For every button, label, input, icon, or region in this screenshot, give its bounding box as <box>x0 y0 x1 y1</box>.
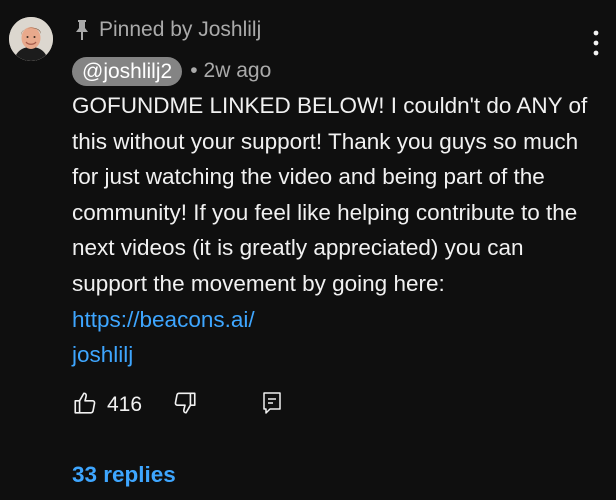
comment-link-part2: joshlilj <box>72 342 134 368</box>
view-replies-link[interactable]: 33 replies <box>72 462 176 488</box>
comment-meta: @joshlilj2 • 2w ago <box>72 56 271 86</box>
comment-timestamp: 2w ago <box>203 59 272 82</box>
reply-button[interactable] <box>260 390 284 421</box>
meta-separator: • <box>190 59 198 82</box>
comment-actions: 416 <box>72 390 284 420</box>
pinned-indicator: Pinned by Joshlilj <box>74 16 261 44</box>
dislike-button[interactable] <box>172 390 198 421</box>
like-count: 416 <box>107 393 143 416</box>
more-vertical-icon[interactable] <box>590 28 602 58</box>
pin-icon <box>74 19 90 41</box>
thumbs-up-icon <box>72 390 98 421</box>
comment-body: GOFUNDME LINKED BELOW! I couldn't do ANY… <box>72 88 602 373</box>
avatar-image <box>9 17 53 61</box>
pinned-label: Pinned by Joshlilj <box>99 18 262 41</box>
author-handle[interactable]: @joshlilj2 <box>72 56 183 86</box>
comment-body-text: GOFUNDME LINKED BELOW! I couldn't do ANY… <box>72 93 588 296</box>
comment-link-part1: https://beacons.ai/ <box>72 306 255 332</box>
comment-link[interactable]: https://beacons.ai/joshlilj <box>72 307 255 368</box>
like-button[interactable]: 416 <box>72 390 142 421</box>
thumbs-down-icon <box>172 390 198 421</box>
reply-icon <box>260 390 284 421</box>
avatar[interactable] <box>9 17 53 61</box>
